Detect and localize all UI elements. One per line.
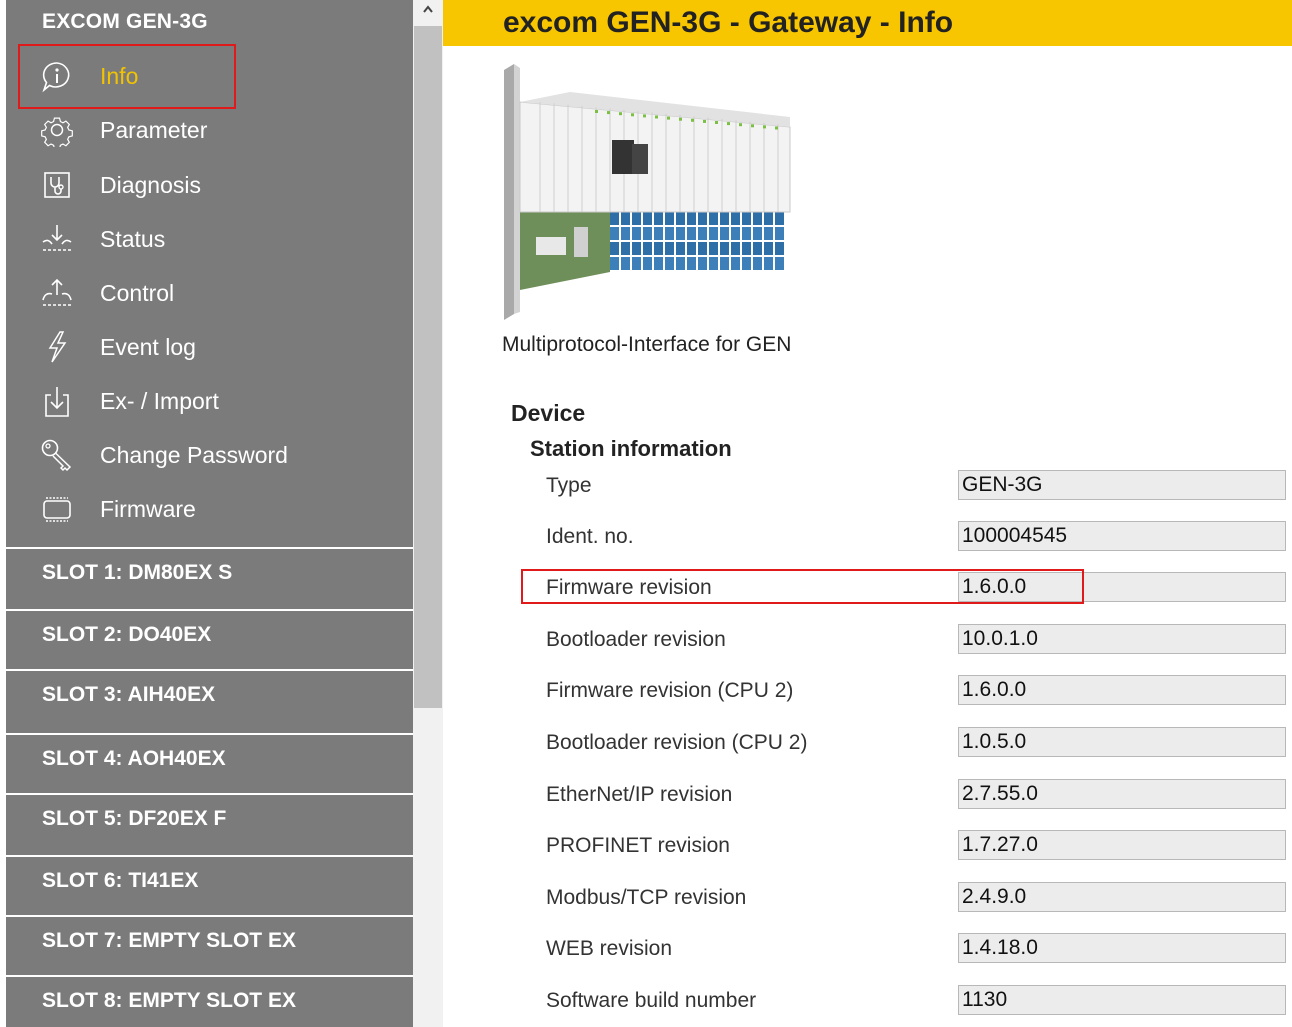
menu-item-label: Event log — [100, 334, 196, 360]
device-caption: Multiprotocol-Interface for GEN — [502, 333, 792, 356]
scrollbar-thumb[interactable] — [414, 26, 442, 708]
menu-item-event-log[interactable]: Event log — [6, 320, 413, 372]
slot-label: SLOT 5: DF20EX F — [42, 807, 227, 830]
info-row: Bootloader revision 10.0.1.0 — [546, 624, 1288, 658]
slot-item-8[interactable]: SLOT 8: EMPTY SLOT EX — [6, 975, 413, 1027]
slot-item-6[interactable]: SLOT 6: TI41EX — [6, 855, 413, 915]
info-row-value: 1.4.18.0 — [958, 933, 1286, 963]
menu-item-label: Diagnosis — [100, 172, 201, 198]
info-row-label: Type — [546, 474, 592, 497]
sidebar: EXCOM GEN-3G Info Parameter Diagnosis St… — [6, 0, 413, 1027]
slot-label: SLOT 4: AOH40EX — [42, 747, 226, 770]
slot-label: SLOT 6: TI41EX — [42, 869, 199, 892]
slot-item-3[interactable]: SLOT 3: AIH40EX — [6, 669, 413, 733]
subsection-title-station-info: Station information — [530, 436, 732, 461]
menu-item-control[interactable]: Control — [6, 266, 413, 318]
app-title: EXCOM GEN-3G — [42, 10, 208, 33]
slot-label: SLOT 1: DM80EX S — [42, 561, 233, 584]
control-arrows-icon — [40, 276, 74, 310]
info-row-value: 2.4.9.0 — [958, 882, 1286, 912]
info-row-label: Software build number — [546, 989, 757, 1012]
page-header: excom GEN-3G - Gateway - Info — [443, 0, 1292, 46]
gear-icon — [40, 113, 74, 147]
info-row-value: 1130 — [958, 985, 1286, 1015]
lightning-icon — [40, 330, 74, 364]
slot-label: SLOT 2: DO40EX — [42, 623, 212, 646]
info-row: WEB revision 1.4.18.0 — [546, 933, 1288, 967]
menu-item-ex-import[interactable]: Ex- / Import — [6, 374, 413, 426]
slot-item-7[interactable]: SLOT 7: EMPTY SLOT EX — [6, 915, 413, 975]
info-row-label: PROFINET revision — [546, 834, 730, 857]
sidebar-scrollbar[interactable] — [413, 0, 443, 1027]
info-row: Software build number 1130 — [546, 985, 1288, 1019]
info-row: PROFINET revision 1.7.27.0 — [546, 830, 1288, 864]
info-row-value: 100004545 — [958, 521, 1286, 551]
info-row-label: Firmware revision — [546, 576, 712, 599]
slot-item-5[interactable]: SLOT 5: DF20EX F — [6, 793, 413, 855]
slot-label: SLOT 7: EMPTY SLOT EX — [42, 929, 296, 952]
info-row-value: 1.6.0.0 — [958, 675, 1286, 705]
menu-item-label: Info — [100, 63, 139, 89]
menu-item-label: Change Password — [100, 442, 288, 468]
chip-icon — [40, 492, 74, 526]
menu-item-diagnosis[interactable]: Diagnosis — [6, 158, 413, 210]
info-row: Modbus/TCP revision 2.4.9.0 — [546, 882, 1288, 916]
menu-item-firmware[interactable]: Firmware — [6, 482, 413, 534]
device-image — [500, 62, 800, 324]
info-row: EtherNet/IP revision 2.7.55.0 — [546, 779, 1288, 813]
info-row-label: Bootloader revision (CPU 2) — [546, 731, 808, 754]
menu-item-label: Status — [100, 226, 166, 252]
info-row: Firmware revision 1.6.0.0 — [546, 572, 1288, 606]
info-row-label: Firmware revision (CPU 2) — [546, 679, 794, 702]
info-icon — [40, 59, 74, 93]
menu-item-status[interactable]: Status — [6, 212, 413, 264]
menu-item-info[interactable]: Info — [6, 49, 413, 101]
info-row-value: 1.6.0.0 — [958, 572, 1286, 602]
slot-item-1[interactable]: SLOT 1: DM80EX S — [6, 547, 413, 609]
info-row-label: Modbus/TCP revision — [546, 886, 747, 909]
info-row-value: 2.7.55.0 — [958, 779, 1286, 809]
download-icon — [40, 384, 74, 418]
slot-item-2[interactable]: SLOT 2: DO40EX — [6, 609, 413, 669]
menu-item-label: Firmware — [100, 496, 196, 522]
stethoscope-icon — [40, 168, 74, 202]
info-row-label: Ident. no. — [546, 525, 634, 548]
info-row: Ident. no. 100004545 — [546, 521, 1288, 555]
chevron-up-icon — [423, 5, 433, 13]
section-title-device: Device — [511, 400, 586, 426]
menu-item-label: Parameter — [100, 117, 208, 143]
info-row: Type GEN-3G — [546, 470, 1288, 504]
info-row: Firmware revision (CPU 2) 1.6.0.0 — [546, 675, 1288, 709]
menu-item-label: Ex- / Import — [100, 388, 219, 414]
info-row-value: 10.0.1.0 — [958, 624, 1286, 654]
info-row-value: 1.0.5.0 — [958, 727, 1286, 757]
menu-item-parameter[interactable]: Parameter — [6, 103, 413, 155]
slot-label: SLOT 3: AIH40EX — [42, 683, 216, 706]
slot-label: SLOT 8: EMPTY SLOT EX — [42, 989, 296, 1012]
info-row-label: EtherNet/IP revision — [546, 783, 733, 806]
info-row-value: GEN-3G — [958, 470, 1286, 500]
status-arrows-icon — [40, 222, 74, 256]
info-row: Bootloader revision (CPU 2) 1.0.5.0 — [546, 727, 1288, 761]
scroll-up-button[interactable] — [413, 0, 443, 26]
info-row-label: WEB revision — [546, 937, 673, 960]
info-row-label: Bootloader revision — [546, 628, 726, 651]
page-title: excom GEN-3G - Gateway - Info — [503, 6, 954, 39]
menu-item-label: Control — [100, 280, 175, 306]
slot-item-4[interactable]: SLOT 4: AOH40EX — [6, 733, 413, 793]
info-row-value: 1.7.27.0 — [958, 830, 1286, 860]
menu-item-change-password[interactable]: Change Password — [6, 428, 413, 480]
key-icon — [40, 438, 74, 472]
